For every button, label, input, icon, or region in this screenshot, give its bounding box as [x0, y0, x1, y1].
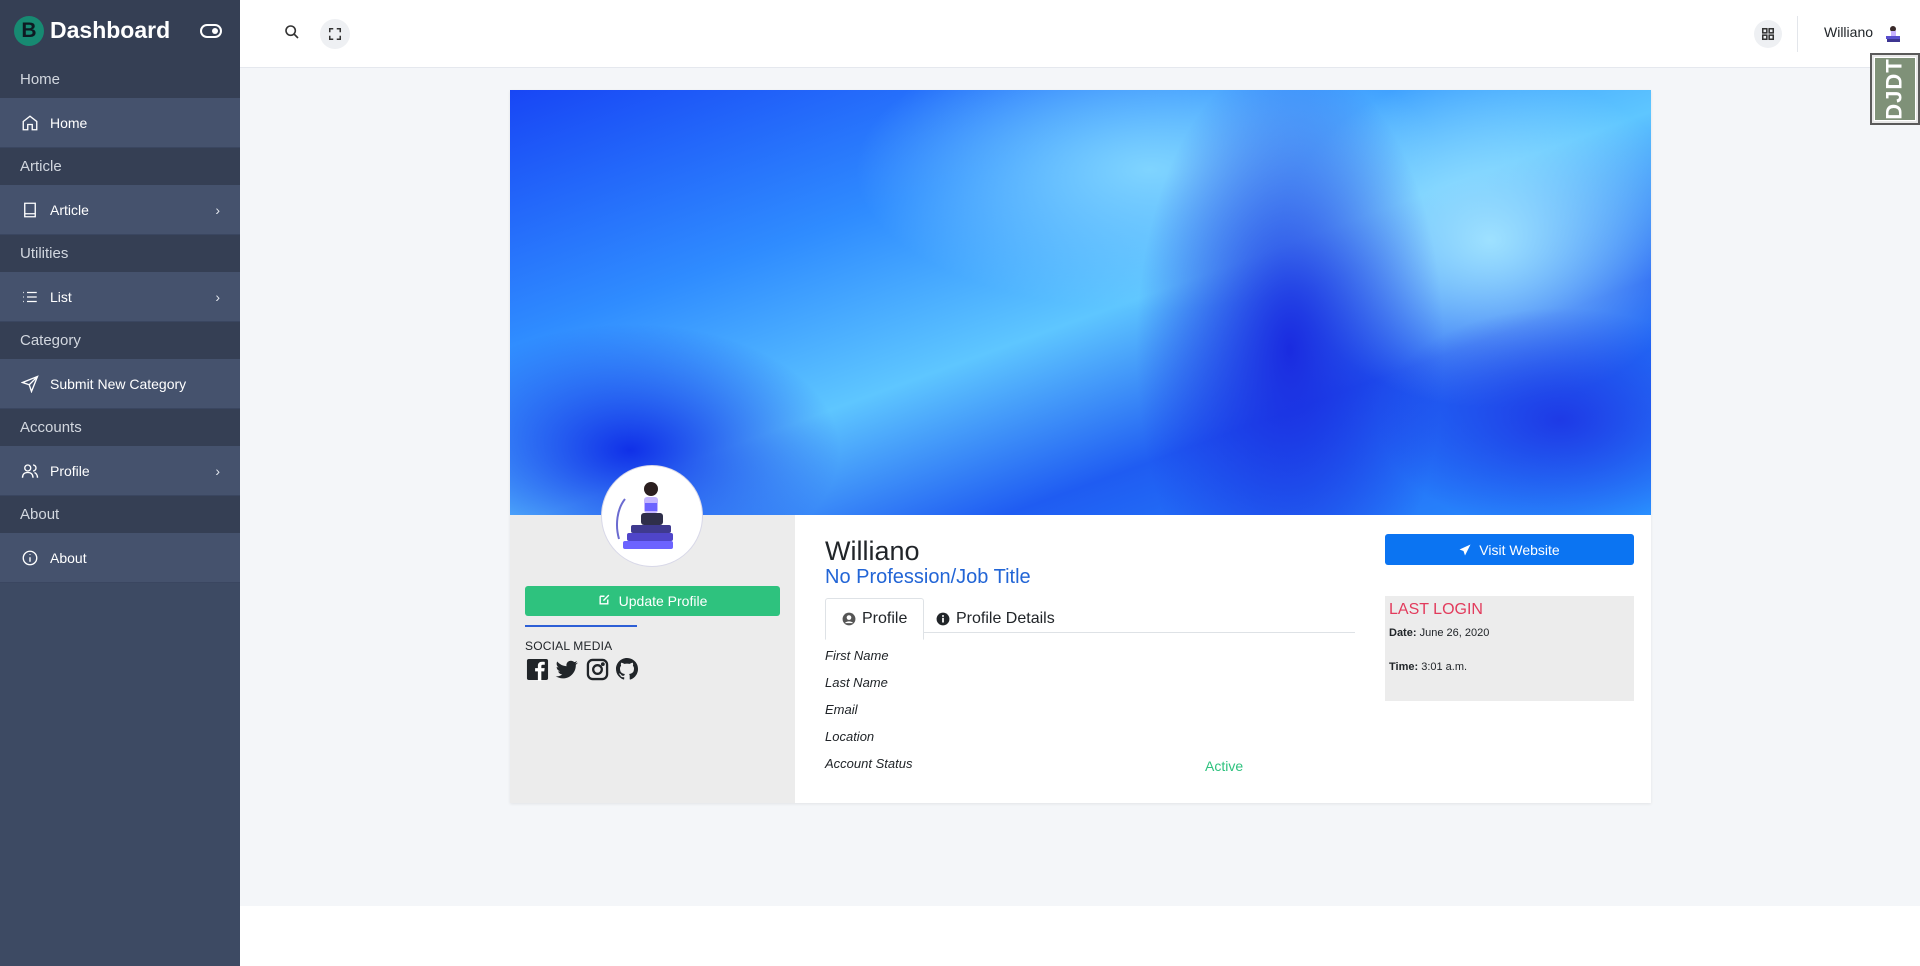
sidebar-item-article[interactable]: Article › [0, 185, 240, 235]
profile-avatar [602, 466, 702, 566]
debug-toolbar-inner: DJDT [1874, 57, 1916, 121]
footer-area [240, 906, 1920, 966]
twitter-icon[interactable] [555, 657, 579, 681]
sidebar-item-profile[interactable]: Profile › [0, 446, 240, 496]
time-label: Time: [1389, 661, 1419, 673]
field-location-label: Location [825, 729, 875, 744]
update-profile-label: Update Profile [618, 593, 708, 609]
nav-header-about: About [0, 496, 240, 533]
last-login-title: LAST LOGIN [1389, 601, 1483, 618]
nav-header-accounts: Accounts [0, 409, 240, 446]
sidebar-item-list[interactable]: List › [0, 272, 240, 322]
date-label: Date: [1389, 627, 1417, 639]
tab-profile[interactable]: Profile [825, 598, 925, 640]
sidebar-item-label: About [50, 549, 87, 566]
user-menu-name[interactable]: Williano [1824, 24, 1873, 40]
nav-header-utilities: Utilities [0, 235, 240, 272]
instagram-icon[interactable] [585, 657, 609, 681]
tab-profile-details[interactable]: Profile Details [920, 598, 1071, 640]
send-icon [20, 374, 40, 394]
account-status-value: Active [1205, 758, 1244, 774]
debug-toolbar-handle[interactable]: DJDT [1870, 53, 1920, 125]
update-profile-button[interactable]: Update Profile [525, 586, 780, 616]
profile-card: Update Profile SOCIAL MEDIA Williano No … [510, 90, 1651, 803]
home-icon [20, 113, 40, 133]
sidebar: B Dashboard Home Home Article Article › … [0, 0, 240, 966]
sidebar-item-home[interactable]: Home [0, 98, 240, 148]
cover-image [510, 90, 1651, 515]
brand-title[interactable]: Dashboard [50, 17, 200, 44]
users-icon [20, 461, 40, 481]
last-login-date: Date: June 26, 2020 [1389, 627, 1630, 639]
paper-plane-icon [1459, 544, 1471, 556]
search-icon[interactable] [284, 24, 300, 40]
user-avatar[interactable] [1880, 20, 1906, 46]
profile-name: Williano [825, 536, 920, 566]
tab-label: Profile Details [956, 610, 1055, 627]
last-login-time: Time: 3:01 a.m. [1389, 661, 1630, 673]
nav-header-category: Category [0, 322, 240, 359]
book-icon [20, 200, 40, 220]
sidebar-toggle-icon[interactable] [200, 23, 222, 38]
visit-website-label: Visit Website [1479, 541, 1560, 558]
apps-grid-icon[interactable] [1754, 20, 1782, 48]
sidebar-item-label: Submit New Category [50, 375, 187, 392]
sidebar-item-label: Profile [50, 462, 90, 479]
list-icon [20, 287, 40, 307]
chevron-right-icon: › [215, 288, 220, 305]
last-login-panel: LAST LOGIN Date: June 26, 2020 Time: 3:0… [1385, 596, 1634, 701]
field-email-label: Email [825, 702, 858, 717]
sidebar-item-label: Article [50, 201, 89, 218]
info-circle-icon [936, 612, 950, 626]
fullscreen-icon[interactable] [320, 19, 350, 49]
field-first-name-label: First Name [825, 648, 889, 663]
chevron-right-icon: › [215, 462, 220, 479]
social-media-label: SOCIAL MEDIA [525, 639, 613, 653]
visit-website-button[interactable]: Visit Website [1385, 534, 1634, 565]
sidebar-item-label: Home [50, 114, 88, 131]
info-icon [20, 548, 40, 568]
github-icon[interactable] [615, 657, 639, 681]
user-circle-icon [842, 612, 856, 626]
topbar: Williano [240, 0, 1920, 68]
profile-tabs: Profile Profile Details [825, 598, 1355, 640]
date-value: June 26, 2020 [1419, 627, 1490, 639]
topbar-divider [1797, 16, 1798, 52]
nav-header-article: Article [0, 148, 240, 185]
chevron-right-icon: › [215, 201, 220, 218]
brand-logo[interactable]: B [14, 15, 44, 46]
sidebar-item-submit-new-category[interactable]: Submit New Category [0, 359, 240, 409]
facebook-icon[interactable] [525, 657, 549, 681]
field-last-name-label: Last Name [825, 675, 888, 690]
sidebar-brand: B Dashboard [0, 0, 240, 61]
divider [525, 625, 637, 627]
field-account-status-label: Account Status [825, 756, 913, 771]
nav-header-home: Home [0, 61, 240, 98]
debug-toolbar-label: DJDT [1882, 58, 1908, 120]
sidebar-item-label: List [50, 288, 72, 305]
edit-icon [598, 593, 611, 609]
tab-label: Profile [862, 610, 908, 627]
main-content: Update Profile SOCIAL MEDIA Williano No … [240, 68, 1920, 906]
social-icons [525, 657, 639, 681]
sidebar-item-about[interactable]: About [0, 533, 240, 583]
time-value: 3:01 a.m. [1421, 661, 1468, 673]
profile-job-title: No Profession/Job Title [825, 566, 1031, 588]
